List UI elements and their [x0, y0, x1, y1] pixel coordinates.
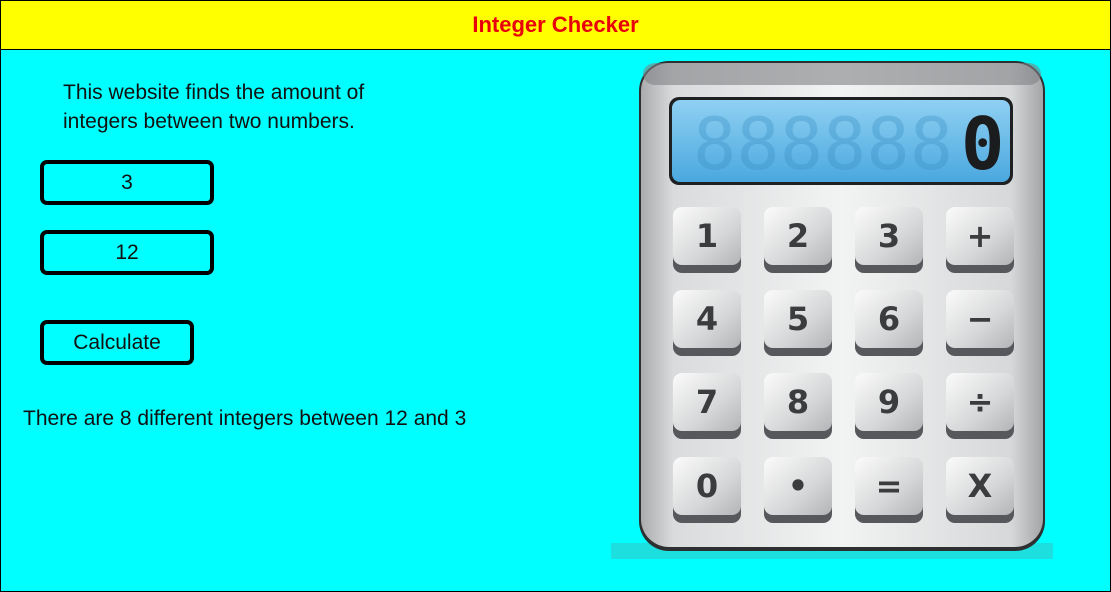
header-bar: Integer Checker	[1, 1, 1110, 50]
calculator-key: 6	[855, 290, 923, 356]
calculator-key: 2	[764, 207, 832, 273]
result-text: There are 8 different integers between 1…	[23, 407, 467, 430]
calculator-key-label: 6	[878, 300, 900, 338]
calculator-key: =	[855, 457, 923, 523]
page: Integer Checker This website finds the a…	[0, 0, 1111, 592]
calculator-key: 0	[673, 457, 741, 523]
calculator-key-label: ÷	[967, 383, 994, 421]
calculator-key: •	[764, 457, 832, 523]
calculator-key-label: =	[876, 467, 903, 505]
calculator-key-label: 5	[787, 300, 809, 338]
calculator-key: −	[946, 290, 1014, 356]
calculator-key: 5	[764, 290, 832, 356]
second-number-input[interactable]	[40, 230, 214, 275]
calculator-key: 4	[673, 290, 741, 356]
calculate-button[interactable]: Calculate	[40, 320, 194, 365]
first-number-input[interactable]	[40, 160, 214, 205]
calculator-key: X	[946, 457, 1014, 523]
calculator-key-label: −	[967, 300, 994, 338]
calculator-key-label: 1	[696, 217, 718, 255]
page-title: Integer Checker	[472, 12, 639, 37]
calculator-key: 8	[764, 373, 832, 439]
calculator-display: 888888 0	[669, 97, 1013, 186]
calculator-key-label: 7	[696, 383, 718, 421]
calculator-key-label: •	[788, 467, 808, 505]
description-text: This website finds the amount of integer…	[63, 81, 365, 133]
calculator-key-label: X	[968, 467, 993, 505]
calculator-key-label: 9	[878, 383, 900, 421]
calculator-key-label: +	[967, 217, 994, 255]
calculator-key-label: 0	[696, 467, 718, 505]
calculator-key: 7	[673, 373, 741, 439]
display-ghost-digits: 888888	[693, 102, 953, 186]
calculator-key: 1	[673, 207, 741, 273]
display-value: 0	[961, 102, 1004, 186]
calculator-illustration: 888888 0 1 2 3 +4 5 6 − 7 8 9 ÷ 0 • = X	[611, 61, 1053, 559]
calculator-key-label: 8	[787, 383, 809, 421]
calculator-key-label: 3	[878, 217, 900, 255]
calculator-key-label: 4	[696, 300, 718, 338]
calculator-key: +	[946, 207, 1014, 273]
calculator-key: ÷	[946, 373, 1014, 439]
calculator-key-label: 2	[787, 217, 809, 255]
calculator-key: 3	[855, 207, 923, 273]
calculator-key: 9	[855, 373, 923, 439]
